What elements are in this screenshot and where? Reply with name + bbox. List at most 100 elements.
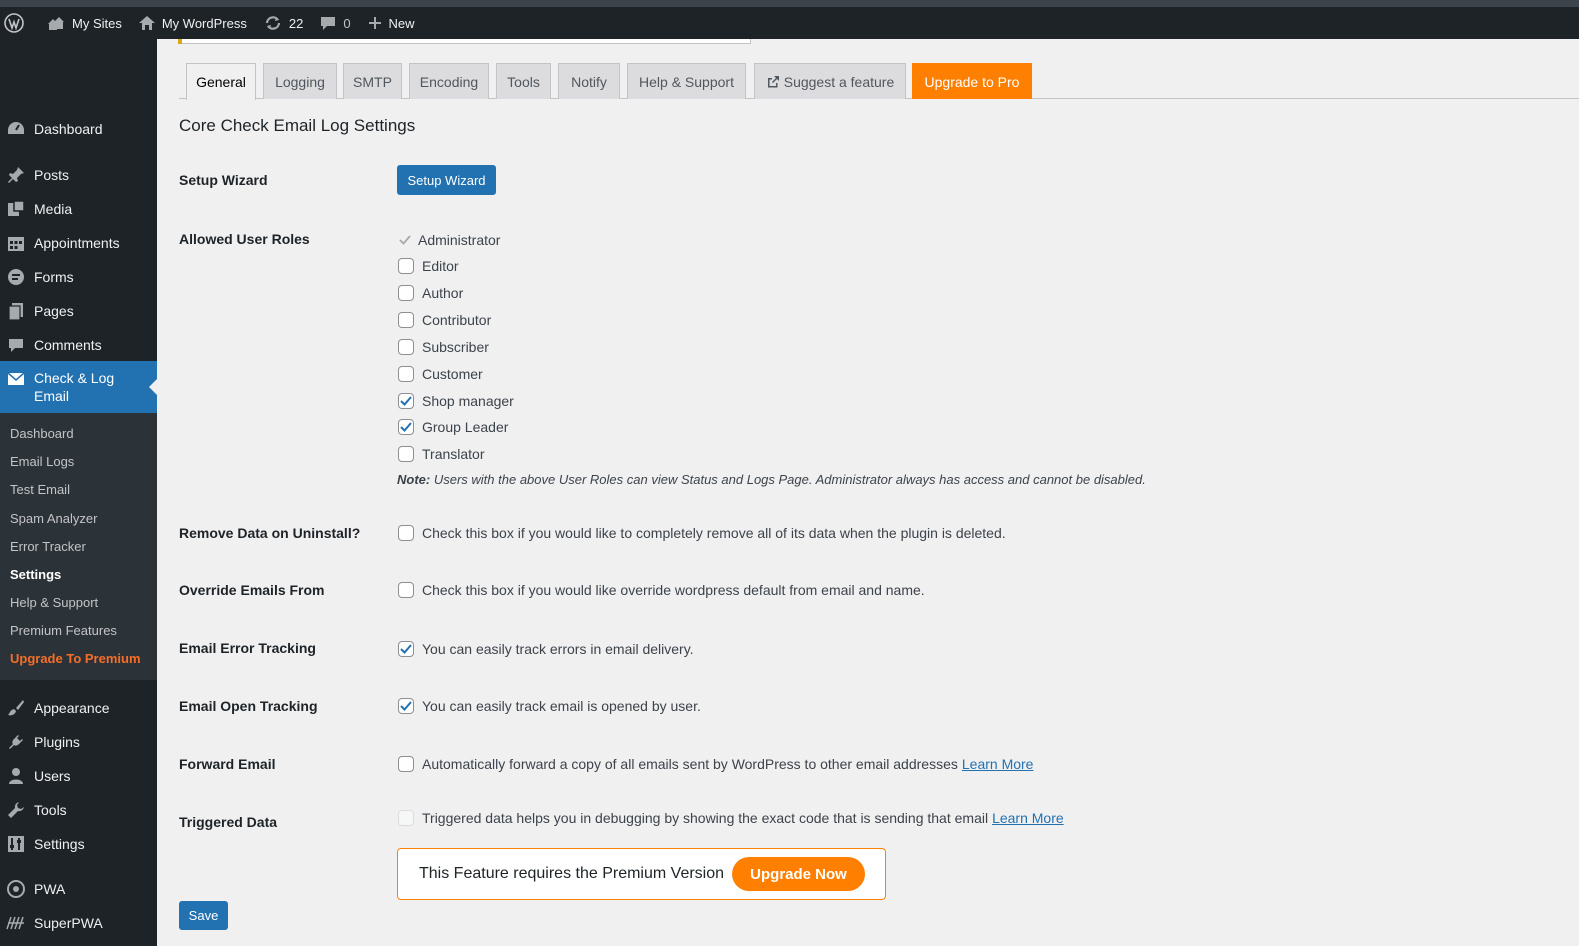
submenu-dashboard[interactable]: Dashboard (10, 426, 74, 441)
menu-forms[interactable]: Forms (0, 267, 157, 287)
menu-pwa[interactable]: PWA (0, 879, 157, 899)
new-label: New (388, 15, 415, 31)
paintbrush-icon (6, 698, 26, 718)
submenu-premium-features[interactable]: Premium Features (10, 623, 117, 638)
setup-wizard-button[interactable]: Setup Wizard (397, 165, 496, 195)
menu-pages[interactable]: Pages (0, 301, 157, 321)
role-customer-label: Customer (422, 366, 483, 382)
tab-logging[interactable]: Logging (263, 63, 337, 99)
check-icon (400, 701, 412, 711)
new-content-menu[interactable]: New (359, 7, 423, 39)
menu-check-log-email[interactable]: Check & Log Email (0, 361, 157, 413)
plug-icon (6, 732, 26, 752)
role-customer-row: Customer (398, 366, 483, 382)
submenu-email-logs[interactable]: Email Logs (10, 454, 74, 469)
forward-email-checkbox[interactable] (398, 756, 414, 772)
role-administrator-row: Administrator (397, 232, 500, 248)
menu-tools[interactable]: Tools (0, 800, 157, 820)
tab-help-support[interactable]: Help & Support (627, 63, 746, 99)
media-icon (6, 199, 26, 219)
menu-check-log-email-label-line1: Check & Log (34, 370, 115, 386)
role-customer-checkbox[interactable] (398, 366, 414, 382)
comments-count: 0 (343, 15, 351, 31)
page-title: Core Check Email Log Settings (179, 116, 416, 135)
role-group-leader-label: Group Leader (422, 419, 509, 435)
open-tracking-row: You can easily track email is opened by … (398, 698, 701, 714)
role-shop-manager-checkbox[interactable] (398, 393, 414, 409)
menu-comments[interactable]: Comments (0, 335, 157, 355)
forward-email-description: Automatically forward a copy of all emai… (422, 756, 958, 772)
error-tracking-label: Email Error Tracking (179, 640, 316, 656)
menu-posts[interactable]: Posts (0, 165, 157, 185)
remove-data-checkbox[interactable] (398, 525, 414, 541)
role-group-leader-row: Group Leader (398, 419, 508, 435)
updates-menu[interactable]: 22 (255, 7, 311, 39)
tab-smtp[interactable]: SMTP (343, 63, 402, 99)
comments-menu[interactable]: 0 (311, 7, 358, 39)
role-author-row: Author (398, 285, 463, 301)
wordpress-logo-button[interactable] (0, 7, 38, 39)
upgrade-now-button[interactable]: Upgrade Now (732, 857, 865, 891)
role-translator-checkbox[interactable] (398, 446, 414, 462)
top-strip (0, 0, 1579, 7)
role-shop-manager-label: Shop manager (422, 393, 514, 409)
role-editor-checkbox[interactable] (398, 258, 414, 274)
forms-icon (6, 267, 26, 287)
note-prefix: Note: (397, 472, 431, 487)
forward-email-row: Automatically forward a copy of all emai… (398, 756, 1033, 772)
override-emails-checkbox[interactable] (398, 582, 414, 598)
menu-plugins[interactable]: Plugins (0, 732, 157, 752)
tab-suggest-feature[interactable]: Suggest a feature (754, 63, 906, 99)
notice-box-edge (178, 39, 751, 44)
remove-data-description: Check this box if you would like to comp… (422, 525, 1006, 541)
site-name-menu[interactable]: My WordPress (130, 7, 255, 39)
role-contributor-row: Contributor (398, 312, 491, 328)
admin-bar: My Sites My WordPress 22 0 New (0, 7, 1579, 39)
role-subscriber-label: Subscriber (422, 339, 489, 355)
dashboard-icon (6, 119, 26, 139)
open-tracking-checkbox[interactable] (398, 698, 414, 714)
triggered-data-description: Triggered data helps you in debugging by… (422, 810, 989, 826)
updates-count: 22 (288, 15, 304, 31)
my-sites-menu[interactable]: My Sites (38, 7, 130, 39)
role-subscriber-checkbox[interactable] (398, 339, 414, 355)
submenu-spam-analyzer[interactable]: Spam Analyzer (10, 511, 97, 526)
save-button[interactable]: Save (179, 901, 228, 930)
menu-posts-label: Posts (34, 167, 70, 183)
menu-superpwa[interactable]: SuperPWA (0, 913, 157, 933)
tab-notify[interactable]: Notify (558, 63, 620, 99)
role-contributor-checkbox[interactable] (398, 312, 414, 328)
forward-learn-more-link[interactable]: Learn More (962, 756, 1034, 772)
menu-forms-label: Forms (34, 269, 74, 285)
submenu-test-email[interactable]: Test Email (10, 482, 70, 497)
tab-upgrade-pro[interactable]: Upgrade to Pro (912, 63, 1032, 99)
role-group-leader-checkbox[interactable] (398, 419, 414, 435)
settings-sliders-icon (6, 834, 26, 854)
submenu-upgrade-premium[interactable]: Upgrade To Premium (10, 651, 141, 666)
user-icon (6, 766, 26, 786)
check-log-email-submenu: Dashboard Email Logs Test Email Spam Ana… (0, 413, 157, 680)
menu-pwa-label: PWA (34, 881, 66, 897)
triggered-learn-more-link[interactable]: Learn More (992, 810, 1064, 826)
superpwa-icon (6, 913, 26, 933)
settings-tabs: General Logging SMTP Encoding Tools Noti… (179, 63, 1579, 100)
menu-pages-label: Pages (34, 303, 74, 319)
tab-general[interactable]: General (186, 63, 256, 100)
menu-plugins-label: Plugins (34, 734, 80, 750)
submenu-help-support[interactable]: Help & Support (10, 595, 98, 610)
menu-settings[interactable]: Settings (0, 834, 157, 854)
menu-media[interactable]: Media (0, 199, 157, 219)
error-tracking-checkbox[interactable] (398, 641, 414, 657)
role-author-checkbox[interactable] (398, 285, 414, 301)
tab-tools[interactable]: Tools (496, 63, 551, 99)
menu-users[interactable]: Users (0, 766, 157, 786)
tab-encoding[interactable]: Encoding (409, 63, 489, 99)
submenu-error-tracker[interactable]: Error Tracker (10, 539, 86, 554)
admin-sidebar: Dashboard Posts Media Appointments Forms… (0, 39, 157, 946)
role-subscriber-row: Subscriber (398, 339, 489, 355)
menu-appearance[interactable]: Appearance (0, 698, 157, 718)
submenu-settings[interactable]: Settings (10, 567, 61, 582)
menu-appointments[interactable]: Appointments (0, 233, 157, 253)
triggered-data-checkbox[interactable] (398, 810, 414, 826)
menu-dashboard[interactable]: Dashboard (0, 119, 157, 139)
